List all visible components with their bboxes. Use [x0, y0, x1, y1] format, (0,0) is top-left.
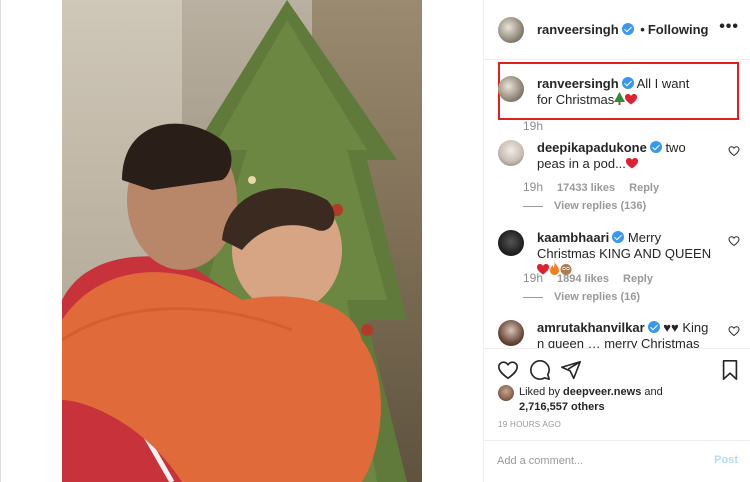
post-sidebar: ranveersingh • Following ••• ranveersingh…	[483, 0, 750, 482]
replies-line	[523, 296, 543, 298]
commenter-avatar[interactable]	[498, 230, 524, 256]
liked-by-suffix: and	[644, 386, 663, 398]
left-border	[0, 0, 1, 482]
verified-icon	[621, 77, 634, 89]
commenter-avatar[interactable]	[498, 140, 524, 166]
verified-icon	[612, 231, 625, 243]
verified-icon	[621, 23, 634, 35]
comment-like-heart-icon[interactable]	[728, 145, 740, 157]
comment-text-block: deepikapadukone two peas in a pod...	[537, 140, 717, 173]
commenter-avatar[interactable]	[498, 320, 524, 346]
caption-meta: 19h	[523, 119, 557, 133]
share-icon[interactable]	[560, 359, 582, 381]
view-replies-button[interactable]: View replies (136)	[523, 200, 646, 212]
liker-avatar[interactable]	[498, 385, 514, 401]
comment-likes[interactable]: 1894 likes	[557, 273, 609, 285]
comment-time[interactable]: 19h	[523, 271, 543, 285]
comment-meta: 19h 1894 likes Reply	[523, 271, 667, 285]
comment-likes[interactable]: 17433 likes	[557, 182, 615, 194]
liked-by-text: Liked by deepveer.news and	[519, 386, 663, 398]
author-username[interactable]: ranveersingh	[537, 22, 619, 37]
comments-list[interactable]: ranveersingh All I want for Christmas 19…	[484, 60, 750, 348]
reply-button[interactable]: Reply	[623, 273, 653, 285]
red-heart-icon	[625, 93, 638, 109]
christmas-tree-icon	[614, 92, 626, 109]
add-comment-bar: Post	[484, 440, 750, 482]
comment-input[interactable]	[497, 451, 697, 471]
caption-text-block: ranveersingh All I want for Christmas	[537, 76, 707, 109]
comment-like-heart-icon[interactable]	[728, 235, 740, 247]
author-avatar[interactable]	[498, 17, 524, 43]
more-icon[interactable]: •••	[719, 18, 739, 36]
replies-line	[523, 205, 543, 207]
caption-avatar[interactable]	[498, 76, 524, 102]
bookmark-icon[interactable]	[719, 359, 741, 381]
liked-by-prefix: Liked by	[519, 386, 560, 398]
author-line: ranveersingh • Following	[537, 22, 709, 37]
reply-button[interactable]: Reply	[629, 182, 659, 194]
red-heart-icon	[625, 157, 638, 173]
comment-username[interactable]: kaambhaari	[537, 230, 609, 245]
view-replies-label: View replies (16)	[554, 291, 641, 303]
comment-icon[interactable]	[529, 359, 551, 381]
comment-like-heart-icon[interactable]	[728, 325, 740, 337]
view-replies-label: View replies (136)	[554, 200, 647, 212]
comment-username[interactable]: deepikapadukone	[537, 140, 647, 155]
post-button[interactable]: Post	[714, 454, 738, 466]
verified-icon	[647, 321, 660, 333]
caption-username[interactable]: ranveersingh	[537, 76, 619, 91]
comment-meta: 19h 17433 likes Reply	[523, 180, 673, 194]
following-button[interactable]: Following	[648, 22, 709, 37]
separator-dot: •	[640, 22, 645, 37]
post-header: ranveersingh • Following •••	[484, 0, 750, 60]
verified-icon	[649, 141, 662, 153]
heart-icon[interactable]	[497, 359, 519, 381]
caption-time[interactable]: 19h	[523, 119, 543, 133]
comment-username[interactable]: amrutakhanvilkar	[537, 320, 645, 335]
post-timestamp[interactable]: 19 HOURS AGO	[498, 420, 561, 429]
liker-username[interactable]: deepveer.news	[563, 386, 641, 398]
view-replies-button[interactable]: View replies (16)	[523, 291, 640, 303]
comment-text-block: amrutakhanvilkar ♥♥ King n queen … merry…	[537, 320, 717, 348]
like-count[interactable]: 2,716,557 others	[519, 401, 605, 413]
couple-illustration	[62, 123, 381, 482]
comment-time[interactable]: 19h	[523, 180, 543, 194]
post-photo[interactable]	[62, 0, 422, 482]
